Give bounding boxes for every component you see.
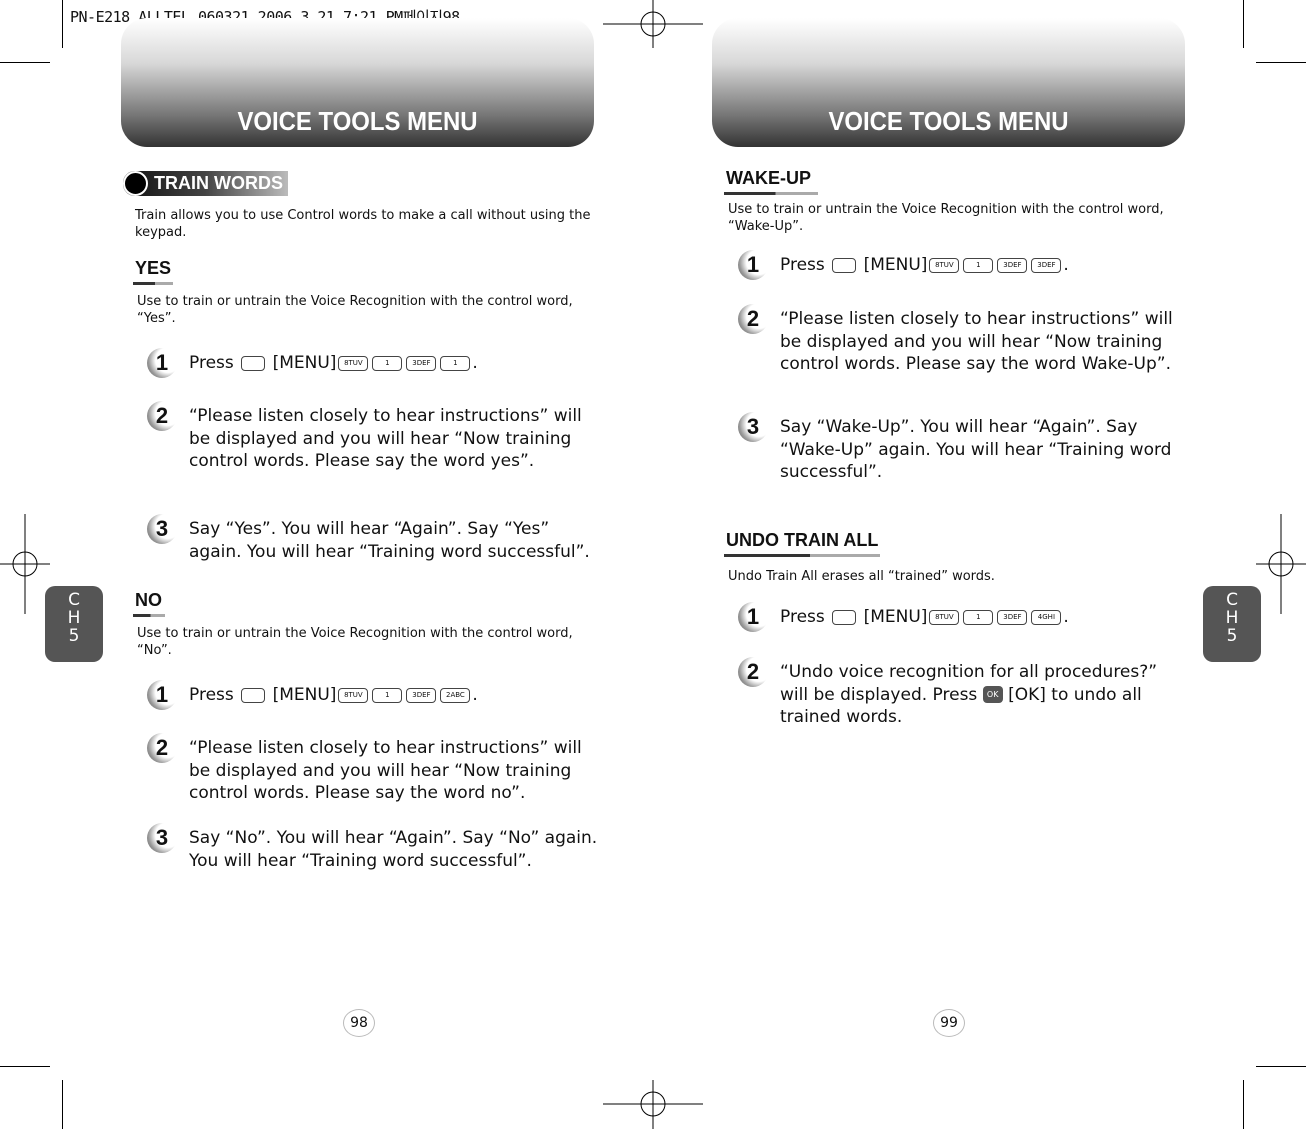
crop-mark <box>1256 1066 1306 1067</box>
keypad-key-icon: 1 <box>372 355 403 371</box>
registration-mark-icon <box>603 1080 703 1129</box>
subsection-title: NO <box>135 590 162 610</box>
crop-mark <box>1256 62 1306 63</box>
keypad-key-icon: 2ABC <box>440 687 471 703</box>
keypad-key-icon: 3DEF <box>997 609 1028 625</box>
ok-key-icon: OK <box>982 686 1003 703</box>
keypad-key-icon: 3DEF <box>406 687 437 703</box>
press-label: Press <box>189 685 234 705</box>
registration-mark-icon <box>603 0 703 48</box>
page-number: 98 <box>343 1009 375 1037</box>
step-text: “Please listen closely to hear instructi… <box>189 406 582 471</box>
keypad-key-icon: 3DEF <box>997 257 1028 273</box>
keypad-key-icon: 1 <box>963 257 994 273</box>
menu-key-icon <box>241 355 266 371</box>
step-text: Press [MENU] 8TUV 1 3DEF 1. <box>189 353 478 373</box>
crop-mark <box>0 62 50 63</box>
subsection-title: YES <box>135 258 172 278</box>
title-underline <box>133 282 173 285</box>
step-number: 2 <box>738 657 768 687</box>
chapter-number: 5 <box>68 626 80 646</box>
crop-mark <box>0 1066 50 1067</box>
keypad-key-icon: 1 <box>440 355 471 371</box>
menu-key-icon <box>832 257 857 273</box>
title-underline <box>724 192 818 195</box>
description: Use to train or untrain the Voice Recogn… <box>137 626 573 658</box>
step-number: 3 <box>147 514 177 544</box>
subsection-title: UNDO TRAIN ALL <box>726 530 879 550</box>
crop-mark <box>1243 0 1244 48</box>
description: Undo Train All erases all “trained” word… <box>728 569 995 584</box>
menu-label: [MENU] <box>863 607 928 627</box>
registration-mark-icon <box>1256 514 1306 614</box>
step-number: 1 <box>147 680 177 710</box>
chapter-number: 5 <box>1226 626 1238 646</box>
step-text: Press [MENU] 8TUV 1 3DEF 3DEF. <box>780 255 1069 275</box>
crop-mark <box>62 0 63 48</box>
menu-key-icon <box>241 687 266 703</box>
step-number: 1 <box>147 348 177 378</box>
menu-label: [MENU] <box>863 255 928 275</box>
page-number: 99 <box>933 1009 965 1037</box>
press-label: Press <box>780 607 825 627</box>
step-text: Say “Yes”. You will hear “Again”. Say “Y… <box>189 519 590 562</box>
keypad-key-icon: 4GHI <box>1031 609 1062 625</box>
chapter-letter: C <box>1226 590 1238 610</box>
keypad-key-icon: 8TUV <box>929 609 960 625</box>
step-text: Press [MENU] 8TUV 1 3DEF 4GHI. <box>780 607 1069 627</box>
step-text: “Undo voice recognition for all procedur… <box>780 661 1190 729</box>
step-number: 1 <box>738 602 768 632</box>
press-label: Press <box>780 255 825 275</box>
section-label: TRAIN WORDS <box>123 171 288 196</box>
step-text: “Please listen closely to hear instructi… <box>780 309 1173 374</box>
keypad-key-icon: 3DEF <box>406 355 437 371</box>
page-header-banner: VOICE TOOLS MENU <box>712 18 1185 147</box>
subsection-title: WAKE-UP <box>726 168 811 188</box>
section-title: TRAIN WORDS <box>154 173 283 193</box>
chapter-letter: C <box>68 590 80 610</box>
menu-label: [MENU] <box>272 353 337 373</box>
page-header-banner: VOICE TOOLS MENU <box>121 18 594 147</box>
menu-key-icon <box>832 609 857 625</box>
step-text: Press [MENU] 8TUV 1 3DEF 2ABC. <box>189 685 478 705</box>
intro-text: Train allows you to use Control words to… <box>135 208 591 240</box>
keypad-key-icon: 1 <box>372 687 403 703</box>
chapter-tab: CH5 <box>1203 586 1261 662</box>
step-number: 3 <box>147 823 177 853</box>
bullet-icon <box>123 171 148 196</box>
page-title: VOICE TOOLS MENU <box>828 106 1069 136</box>
step-number: 2 <box>147 401 177 431</box>
step-text: “Please listen closely to hear instructi… <box>189 738 582 803</box>
menu-label: [MENU] <box>272 685 337 705</box>
manual-spread: PN-E218_ALLTEL_060321 2006.3.21 7:21 PM페… <box>0 0 1306 1129</box>
crop-mark <box>62 1080 63 1129</box>
step-number: 2 <box>147 733 177 763</box>
chapter-letter: H <box>67 608 81 628</box>
press-label: Press <box>189 353 234 373</box>
keypad-key-icon: 8TUV <box>338 687 369 703</box>
step-number: 3 <box>738 412 768 442</box>
keypad-key-icon: 3DEF <box>1031 257 1062 273</box>
step-text: Say “No”. You will hear “Again”. Say “No… <box>189 828 598 871</box>
title-underline <box>724 554 880 557</box>
chapter-letter: H <box>1225 608 1239 628</box>
crop-mark <box>1243 1080 1244 1129</box>
description: Use to train or untrain the Voice Recogn… <box>137 294 573 326</box>
keypad-key-icon: 8TUV <box>338 355 369 371</box>
step-number: 2 <box>738 304 768 334</box>
keypad-key-icon: 8TUV <box>929 257 960 273</box>
page-title: VOICE TOOLS MENU <box>237 106 478 136</box>
description: Use to train or untrain the Voice Recogn… <box>728 202 1164 234</box>
chapter-tab: CH5 <box>45 586 103 662</box>
step-text: Say “Wake-Up”. You will hear “Again”. Sa… <box>780 417 1172 482</box>
keypad-key-icon: 1 <box>963 609 994 625</box>
step-number: 1 <box>738 250 768 280</box>
registration-mark-icon <box>0 514 50 614</box>
title-underline <box>133 614 165 617</box>
